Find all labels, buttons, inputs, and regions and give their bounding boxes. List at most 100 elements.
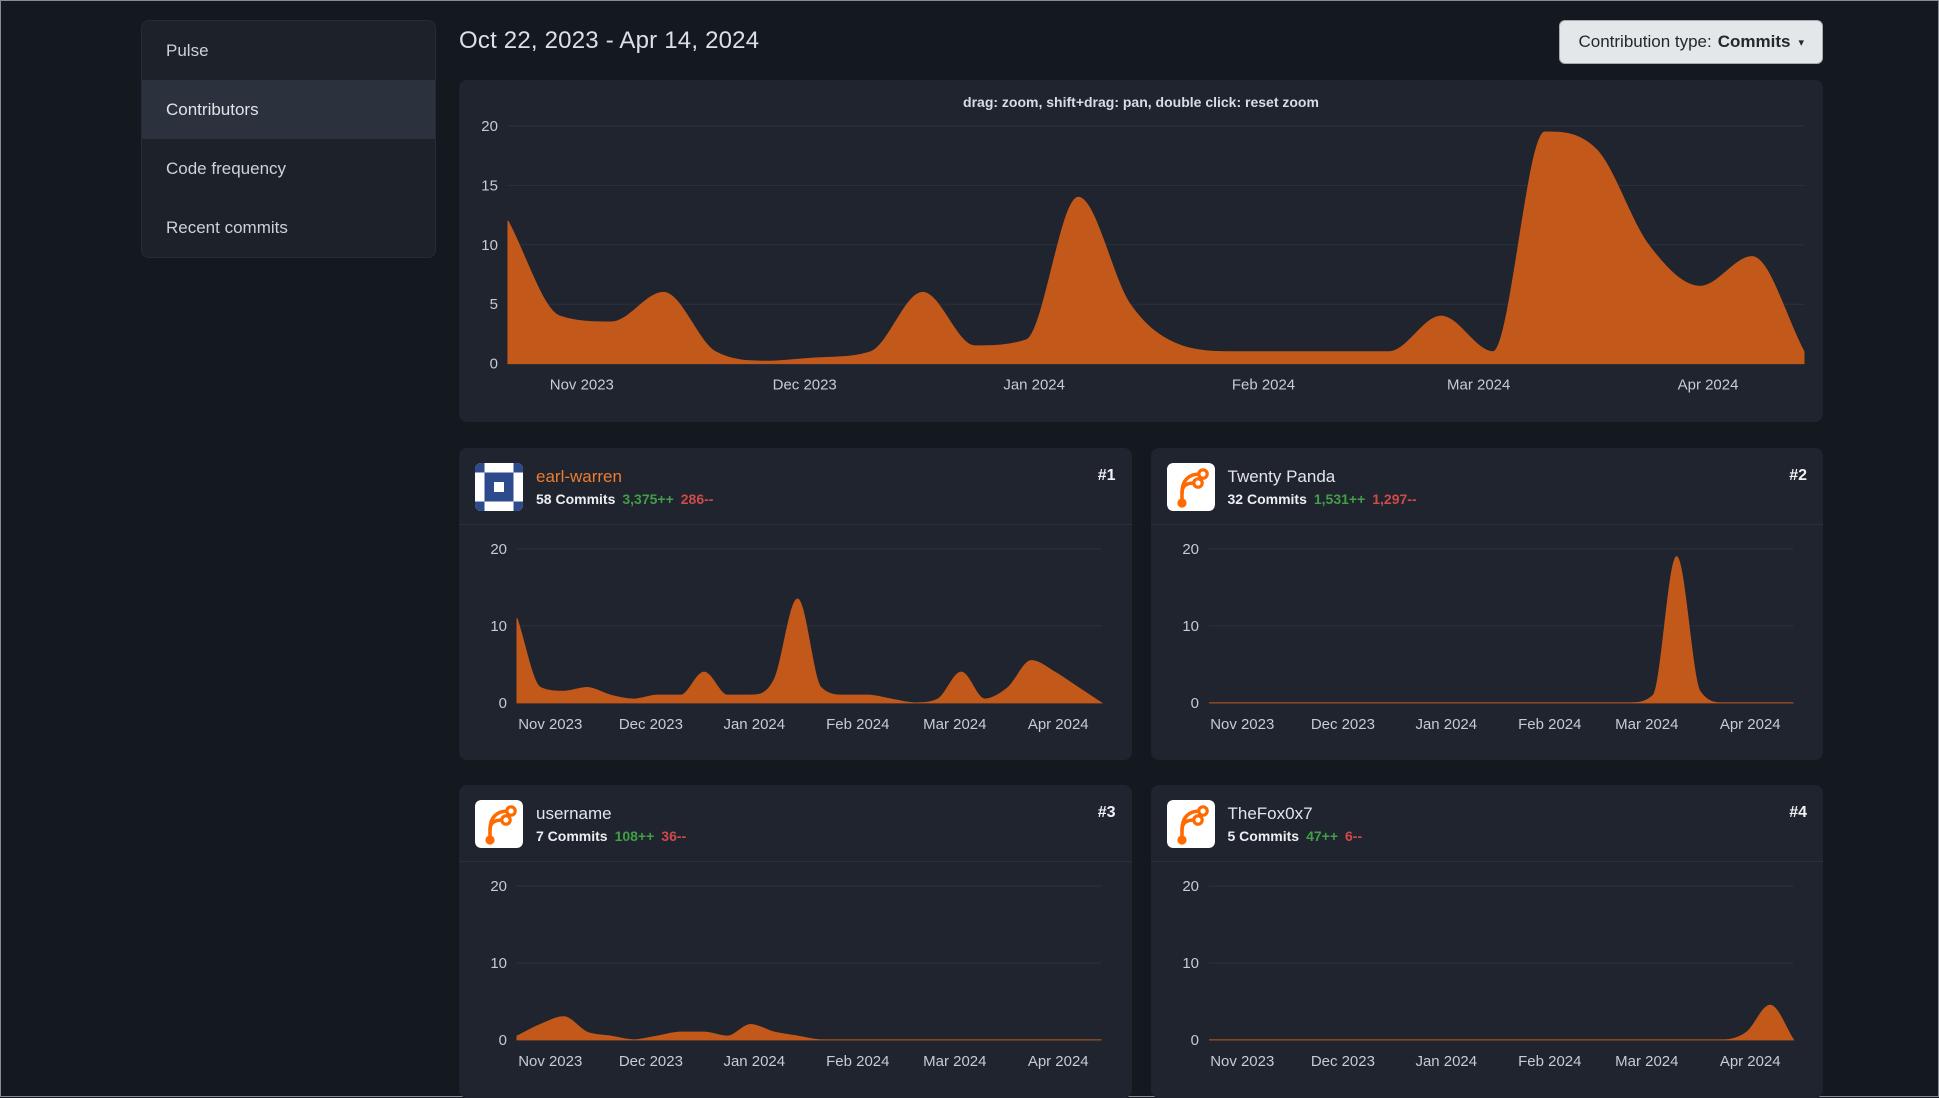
contributor-stats: 7 Commits 108++ 36-- xyxy=(536,828,1085,844)
contributor-stats: 58 Commits 3,375++ 286-- xyxy=(536,491,1085,507)
svg-text:Dec 2023: Dec 2023 xyxy=(1310,1053,1374,1070)
svg-text:Dec 2023: Dec 2023 xyxy=(619,1053,683,1070)
contributor-name-link[interactable]: Twenty Panda xyxy=(1228,467,1777,487)
contributor-info: Twenty Panda 32 Commits 1,531++ 1,297-- xyxy=(1228,467,1777,507)
contributor-activity-chart[interactable]: 0 10 20 Nov 2023 Dec 2023 Jan 2024 Feb 2024 Mar… xyxy=(1167,535,1808,747)
contributor-activity-chart[interactable]: 0 10 20 Nov 2023 Dec 2023 Jan 2024 Feb 2024 Mar… xyxy=(1167,872,1808,1084)
contributor-stats: 32 Commits 1,531++ 1,297-- xyxy=(1228,491,1777,507)
forgejo-logo-avatar[interactable] xyxy=(475,800,523,849)
svg-text:Feb 2024: Feb 2024 xyxy=(1232,377,1295,394)
svg-text:Nov 2023: Nov 2023 xyxy=(1210,1053,1274,1070)
svg-text:Feb 2024: Feb 2024 xyxy=(826,715,889,732)
contribution-type-label: Contribution type: xyxy=(1578,32,1712,51)
svg-text:10: 10 xyxy=(1182,955,1199,972)
contributor-card-4: TheFox0x7 5 Commits 47++ 6-- #4 0 10 20 Nov… xyxy=(1150,785,1823,1098)
svg-text:10: 10 xyxy=(481,237,498,254)
identicon-avatar[interactable] xyxy=(475,462,523,511)
commit-count: 5 Commits xyxy=(1227,828,1300,845)
contributor-name-link[interactable]: TheFox0x7 xyxy=(1228,804,1777,824)
commit-count: 32 Commits xyxy=(1227,490,1307,507)
svg-text:0: 0 xyxy=(490,356,498,373)
overall-activity-chart[interactable]: 0 5 10 15 20 Nov 2023 Dec 2023 Jan 2024 Feb 2024… xyxy=(459,112,1823,414)
svg-text:Dec 2023: Dec 2023 xyxy=(1310,715,1374,732)
svg-text:Dec 2023: Dec 2023 xyxy=(619,715,683,732)
contributor-card-header: earl-warren 58 Commits 3,375++ 286-- #1 xyxy=(459,448,1132,525)
deletions-count: 6-- xyxy=(1345,828,1363,845)
date-range-title: Oct 22, 2023 - Apr 14, 2024 xyxy=(459,27,760,54)
contributor-name-link[interactable]: username xyxy=(536,804,1085,824)
svg-text:Feb 2024: Feb 2024 xyxy=(826,1053,889,1070)
svg-text:Nov 2023: Nov 2023 xyxy=(518,1053,582,1070)
additions-count: 3,375++ xyxy=(622,490,674,507)
additions-count: 1,531++ xyxy=(1313,490,1366,507)
svg-text:10: 10 xyxy=(1182,617,1199,634)
contributor-activity-chart[interactable]: 0 10 20 Nov 2023 Dec 2023 Jan 2024 Feb 2024 Mar… xyxy=(475,872,1116,1084)
svg-text:15: 15 xyxy=(481,177,498,194)
contributor-card-header: username 7 Commits 108++ 36-- #3 xyxy=(459,785,1132,863)
svg-text:Feb 2024: Feb 2024 xyxy=(1518,715,1581,732)
activity-page: Pulse Contributors Code frequency Recent… xyxy=(1,1,1938,1098)
svg-text:Jan 2024: Jan 2024 xyxy=(1415,1053,1477,1070)
svg-text:Mar 2024: Mar 2024 xyxy=(1447,377,1510,394)
contributor-card-3: username 7 Commits 108++ 36-- #3 0 10 20 No… xyxy=(459,785,1132,1098)
rank-badge: #1 xyxy=(1097,466,1116,484)
contributor-card-2: Twenty Panda 32 Commits 1,531++ 1,297-- … xyxy=(1150,447,1824,761)
rank-badge: #2 xyxy=(1789,466,1807,484)
additions-count: 108++ xyxy=(614,828,655,845)
svg-text:20: 20 xyxy=(1182,878,1199,895)
svg-text:0: 0 xyxy=(499,694,507,711)
svg-text:10: 10 xyxy=(490,955,507,972)
forgejo-logo-avatar[interactable] xyxy=(1166,800,1215,849)
rank-badge: #4 xyxy=(1789,804,1807,822)
svg-text:20: 20 xyxy=(1182,541,1199,558)
contribution-type-dropdown[interactable]: Contribution type: Commits ▾ xyxy=(1559,20,1823,64)
svg-text:10: 10 xyxy=(490,617,507,634)
contributor-name-link[interactable]: earl-warren xyxy=(536,467,1085,487)
svg-text:0: 0 xyxy=(499,1032,507,1049)
page-header: Oct 22, 2023 - Apr 14, 2024 Contribution… xyxy=(459,20,1823,64)
svg-text:0: 0 xyxy=(1190,1032,1198,1049)
svg-text:Mar 2024: Mar 2024 xyxy=(923,715,986,732)
chevron-down-icon: ▾ xyxy=(1798,36,1804,49)
svg-text:Apr 2024: Apr 2024 xyxy=(1028,1053,1089,1070)
contributor-activity-chart[interactable]: 0 10 20 Nov 2023 Dec 2023 Jan 2024 Feb 2024 Mar… xyxy=(475,535,1116,747)
svg-text:Nov 2023: Nov 2023 xyxy=(518,715,582,732)
main-content: Oct 22, 2023 - Apr 14, 2024 Contribution… xyxy=(459,20,1823,1098)
svg-text:Mar 2024: Mar 2024 xyxy=(1615,1053,1678,1070)
svg-text:0: 0 xyxy=(1190,694,1198,711)
svg-text:20: 20 xyxy=(490,541,507,558)
contributor-info: earl-warren 58 Commits 3,375++ 286-- xyxy=(536,467,1085,507)
svg-text:Mar 2024: Mar 2024 xyxy=(923,1053,986,1070)
contributor-info: username 7 Commits 108++ 36-- xyxy=(536,804,1085,844)
commit-count: 58 Commits xyxy=(536,490,616,507)
forgejo-logo-avatar[interactable] xyxy=(1166,462,1215,511)
sidebar-item-pulse[interactable]: Pulse xyxy=(142,21,435,80)
svg-text:Nov 2023: Nov 2023 xyxy=(1210,715,1274,732)
svg-text:Jan 2024: Jan 2024 xyxy=(1003,377,1065,394)
sidebar-item-contributors[interactable]: Contributors xyxy=(142,80,435,139)
deletions-count: 1,297-- xyxy=(1372,490,1417,507)
contributor-info: TheFox0x7 5 Commits 47++ 6-- xyxy=(1228,804,1777,844)
contributor-chart-wrap: 0 10 20 Nov 2023 Dec 2023 Jan 2024 Feb 2024 Mar… xyxy=(459,862,1132,1098)
svg-text:20: 20 xyxy=(481,118,498,135)
contributor-cards-grid: earl-warren 58 Commits 3,375++ 286-- #1 … xyxy=(459,447,1824,1098)
svg-text:Apr 2024: Apr 2024 xyxy=(1719,1053,1780,1070)
additions-count: 47++ xyxy=(1306,828,1339,845)
svg-text:Jan 2024: Jan 2024 xyxy=(723,1053,785,1070)
svg-text:5: 5 xyxy=(490,296,498,313)
contributor-chart-wrap: 0 10 20 Nov 2023 Dec 2023 Jan 2024 Feb 2024 Mar… xyxy=(1151,525,1824,761)
overall-activity-panel: drag: zoom, shift+drag: pan, double clic… xyxy=(459,80,1823,422)
contributor-card-header: TheFox0x7 5 Commits 47++ 6-- #4 xyxy=(1150,785,1823,863)
svg-text:Feb 2024: Feb 2024 xyxy=(1518,1053,1581,1070)
contributor-card-header: Twenty Panda 32 Commits 1,531++ 1,297-- … xyxy=(1150,448,1823,525)
activity-sidebar-menu: Pulse Contributors Code frequency Recent… xyxy=(141,20,436,258)
svg-text:Jan 2024: Jan 2024 xyxy=(723,715,785,732)
contributor-stats: 5 Commits 47++ 6-- xyxy=(1228,828,1777,844)
commit-count: 7 Commits xyxy=(536,828,608,845)
sidebar-item-recent-commits[interactable]: Recent commits xyxy=(142,198,435,257)
svg-text:Dec 2023: Dec 2023 xyxy=(773,377,837,394)
svg-text:20: 20 xyxy=(490,878,507,895)
contributor-card-1: earl-warren 58 Commits 3,375++ 286-- #1 … xyxy=(459,447,1132,761)
sidebar-item-code-frequency[interactable]: Code frequency xyxy=(142,139,435,198)
rank-badge: #3 xyxy=(1097,804,1116,822)
